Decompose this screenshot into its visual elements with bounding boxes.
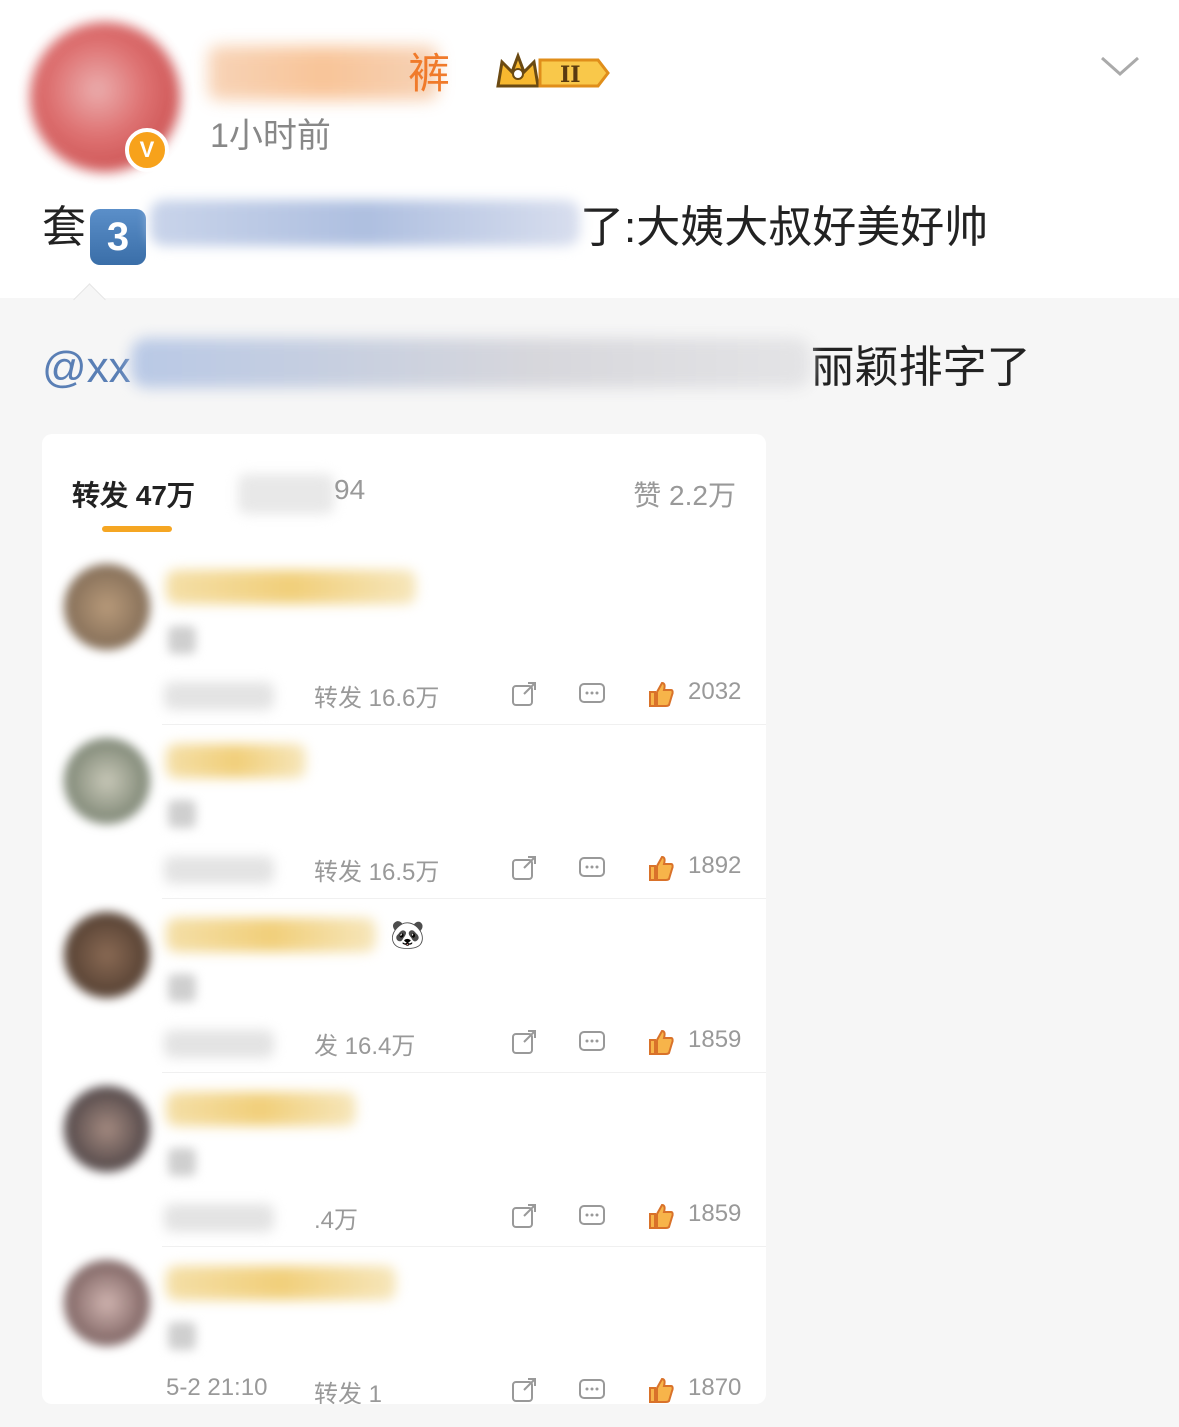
repost-list-card: 转发 47万 94 赞 2.2万 转发 16.6万 2032 转发 16.5万 … [42, 434, 766, 1404]
thumbs-up-icon[interactable] [646, 1202, 674, 1230]
mention-link[interactable]: @xx [42, 343, 131, 392]
tab-comments[interactable]: 94 [334, 474, 365, 506]
share-icon[interactable] [510, 1202, 538, 1230]
repost-count: .4万 [314, 1207, 359, 1234]
row-divider [162, 898, 766, 899]
list-item[interactable]: 转发 16.5万 1892 [42, 726, 766, 899]
active-tab-indicator [102, 526, 172, 532]
comment-icon[interactable] [578, 680, 606, 708]
vip-crown-icon: II [496, 52, 610, 88]
repost-count: 发 16.4万 [314, 1033, 416, 1060]
repost-text-suffix: 丽颖排字了 [810, 343, 1031, 392]
post-text: 套 3 了:大姨大叔好美好帅 [42, 196, 988, 265]
redacted-text [130, 338, 811, 388]
avatar[interactable] [64, 1086, 150, 1172]
panda-emoji-icon: 🐼 [390, 919, 425, 950]
share-icon[interactable] [510, 854, 538, 882]
thumbs-up-icon[interactable] [646, 680, 674, 708]
repost-count: 转发 1 [314, 1381, 383, 1404]
redacted-text [150, 200, 580, 246]
post-text-prefix: 套 [42, 203, 86, 252]
share-icon[interactable] [510, 1376, 538, 1404]
repost-text: @xx 丽颖排字了 [42, 336, 1031, 400]
item-date-redacted [164, 682, 274, 710]
item-date-redacted [164, 1204, 274, 1232]
avatar[interactable] [64, 912, 150, 998]
keycap-number-icon: 3 [90, 209, 146, 265]
item-text-redacted [168, 1148, 196, 1176]
post-text-middle: 了 [580, 203, 624, 252]
vip-level-text: II [560, 62, 581, 88]
like-count: 2032 [688, 678, 742, 705]
row-divider [162, 1072, 766, 1073]
list-item[interactable]: 🐼 发 16.4万 1859 [42, 900, 766, 1073]
avatar[interactable] [64, 564, 150, 650]
username-redacted[interactable] [166, 918, 376, 952]
like-count: 1859 [688, 1200, 742, 1227]
avatar[interactable] [64, 738, 150, 824]
row-divider [162, 1246, 766, 1247]
username-redacted[interactable] [208, 46, 438, 100]
share-icon[interactable] [510, 1028, 538, 1056]
like-count: 1892 [688, 852, 742, 879]
item-text-redacted [168, 1322, 196, 1350]
verified-badge-icon: V [125, 128, 169, 172]
username-redacted[interactable] [166, 1092, 356, 1126]
like-count: 1859 [688, 1026, 742, 1053]
comment-icon[interactable] [578, 1376, 606, 1404]
list-item[interactable]: 5-2 21:10 转发 1 1870 [42, 1248, 766, 1404]
item-date-redacted [164, 1030, 274, 1058]
chevron-down-icon[interactable] [1100, 54, 1140, 78]
item-text-redacted [168, 626, 196, 654]
avatar[interactable] [64, 1260, 150, 1346]
username-redacted[interactable] [166, 570, 416, 604]
repost-count: 转发 16.5万 [314, 859, 440, 886]
post-time: 1小时前 [210, 117, 331, 155]
item-date-redacted [164, 856, 274, 884]
repost-count: 转发 16.6万 [314, 685, 440, 712]
tab-reposts[interactable]: 转发 47万 [72, 474, 195, 514]
share-icon[interactable] [510, 680, 538, 708]
comment-icon[interactable] [578, 1028, 606, 1056]
item-text-redacted [168, 800, 196, 828]
item-date: 5-2 21:10 [166, 1374, 268, 1401]
thumbs-up-icon[interactable] [646, 1376, 674, 1404]
tab-comments-redacted [238, 474, 334, 514]
tab-likes[interactable]: 赞 2.2万 [633, 474, 736, 514]
list-item[interactable]: 转发 16.6万 2032 [42, 552, 766, 725]
comment-icon[interactable] [578, 854, 606, 882]
post-header: V 裤 II 1小时前 套 3 了:大姨大叔好美好帅 [0, 0, 1179, 298]
comment-icon[interactable] [578, 1202, 606, 1230]
like-count: 1870 [688, 1374, 742, 1401]
username-tail[interactable]: 裤 [408, 46, 450, 102]
tab-bar: 转发 47万 94 赞 2.2万 [42, 434, 766, 544]
row-divider [162, 724, 766, 725]
item-text-redacted [168, 974, 196, 1002]
thumbs-up-icon[interactable] [646, 854, 674, 882]
post-text-suffix: :大姨大叔好美好帅 [624, 203, 989, 252]
list-item[interactable]: .4万 1859 [42, 1074, 766, 1247]
thumbs-up-icon[interactable] [646, 1028, 674, 1056]
username-redacted[interactable] [166, 744, 306, 778]
username-redacted[interactable] [166, 1266, 396, 1300]
